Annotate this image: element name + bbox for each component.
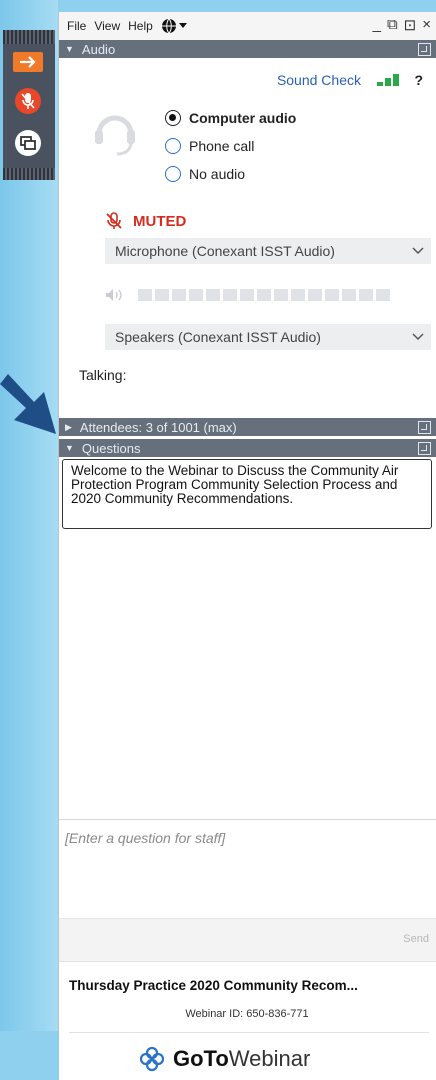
menu-help[interactable]: Help xyxy=(128,19,153,33)
collapse-triangle-icon: ▼ xyxy=(65,443,74,453)
microphone-select[interactable]: Microphone (Conexant ISST Audio) xyxy=(105,238,431,264)
question-input-placeholder: [Enter a question for staff] xyxy=(65,830,226,846)
control-toolbar xyxy=(3,30,55,180)
radio-no-audio[interactable]: No audio xyxy=(165,160,296,188)
dropdown-caret-icon xyxy=(178,23,187,28)
gotowebinar-flower-icon xyxy=(139,1046,165,1072)
globe-icon xyxy=(161,18,176,34)
toolbar-grip-top[interactable] xyxy=(3,30,55,44)
radio-unselected-icon[interactable] xyxy=(165,138,181,154)
audio-section-header[interactable]: ▼ Audio xyxy=(59,40,436,58)
collapse-panel-button[interactable] xyxy=(13,52,43,72)
menu-file[interactable]: File xyxy=(67,19,86,33)
level-segment xyxy=(240,289,254,301)
radio-computer-audio[interactable]: Computer audio xyxy=(165,104,296,132)
level-segment xyxy=(257,289,271,301)
level-segment xyxy=(308,289,322,301)
radio-label: Phone call xyxy=(189,138,255,154)
pointer-arrow-icon xyxy=(0,374,56,434)
send-button[interactable]: Send xyxy=(403,933,429,945)
level-segment xyxy=(138,289,152,301)
speaker-volume-icon xyxy=(106,289,122,301)
expand-triangle-icon: ▶ xyxy=(65,421,72,432)
level-segment xyxy=(376,289,390,301)
level-segment xyxy=(291,289,305,301)
close-button[interactable]: × xyxy=(422,16,431,34)
speakers-select[interactable]: Speakers (Conexant ISST Audio) xyxy=(105,324,431,350)
speakers-value: Speakers (Conexant ISST Audio) xyxy=(115,329,321,345)
level-segment xyxy=(274,289,288,301)
goto-webinar-panel: File View Help _ ⧉ ⊡ × ▼ Audio Sound Che… xyxy=(58,12,436,1080)
questions-log[interactable]: Welcome to the Webinar to Discuss the Co… xyxy=(59,457,436,819)
chevron-down-icon xyxy=(412,333,424,341)
send-bar: Send xyxy=(59,918,436,961)
radio-label: Computer audio xyxy=(189,110,297,126)
brand-goto: GoTo xyxy=(173,1046,229,1071)
minimize-button[interactable]: _ xyxy=(373,16,381,34)
question-input[interactable]: [Enter a question for staff] xyxy=(59,819,436,918)
maximize-button[interactable]: ⊡ xyxy=(404,16,417,34)
radio-label: No audio xyxy=(189,166,246,182)
brand-webinar: Webinar xyxy=(228,1046,311,1071)
menu-bar: File View Help _ ⧉ ⊡ × xyxy=(59,12,436,40)
screen-share-button[interactable] xyxy=(15,130,41,156)
level-segment xyxy=(325,289,339,301)
mute-button[interactable] xyxy=(15,88,41,114)
audio-header-label: Audio xyxy=(81,41,116,57)
signal-meter-icon xyxy=(377,74,399,86)
attendees-section-header[interactable]: ▶ Attendees: 3 of 1001 (max) xyxy=(59,418,436,436)
screen-icon xyxy=(20,136,36,150)
radio-selected-icon[interactable] xyxy=(165,110,181,126)
gotowebinar-logo: GoTo Webinar xyxy=(139,1046,310,1072)
sound-check-link[interactable]: Sound Check xyxy=(277,72,361,88)
toolbar-grip-bottom[interactable] xyxy=(3,168,55,180)
level-segment xyxy=(223,289,237,301)
welcome-message: Welcome to the Webinar to Discuss the Co… xyxy=(62,459,432,529)
level-segment xyxy=(155,289,169,301)
webinar-title: Thursday Practice 2020 Community Recom..… xyxy=(69,978,358,993)
microphone-muted-icon xyxy=(21,93,35,109)
audio-help-button[interactable]: ? xyxy=(414,72,423,88)
level-segment xyxy=(342,289,356,301)
popout-icon[interactable] xyxy=(418,43,431,56)
level-segment xyxy=(359,289,373,301)
questions-header-label: Questions xyxy=(81,440,141,456)
language-menu[interactable] xyxy=(161,18,187,34)
divider xyxy=(69,1032,429,1033)
level-segment xyxy=(172,289,186,301)
audio-section: Sound Check ? Computer audio Phone call … xyxy=(59,58,436,390)
audio-mode-group: Computer audio Phone call No audio xyxy=(165,104,296,188)
microphone-value: Microphone (Conexant ISST Audio) xyxy=(115,243,335,259)
popout-icon[interactable] xyxy=(418,442,431,455)
talking-label: Talking: xyxy=(79,367,127,383)
webinar-id: Webinar ID: 650-836-771 xyxy=(185,1008,309,1020)
level-segment xyxy=(206,289,220,301)
attendees-header-label: Attendees: 3 of 1001 (max) xyxy=(79,419,237,435)
window-controls: _ ⧉ ⊡ × xyxy=(373,16,431,34)
headset-icon xyxy=(95,115,135,156)
popout-icon[interactable] xyxy=(418,421,431,434)
muted-status: MUTED xyxy=(105,212,186,230)
webinar-footer: Thursday Practice 2020 Community Recom..… xyxy=(59,961,436,1080)
level-segment xyxy=(189,289,203,301)
muted-label: MUTED xyxy=(133,212,187,230)
arrow-right-icon xyxy=(20,56,36,68)
radio-phone-call[interactable]: Phone call xyxy=(165,132,296,160)
menu-view[interactable]: View xyxy=(94,19,120,33)
chevron-down-icon xyxy=(412,247,424,255)
microphone-muted-icon xyxy=(106,212,122,229)
speaker-level xyxy=(105,288,390,302)
questions-section-header[interactable]: ▼ Questions xyxy=(59,439,436,457)
restore-button[interactable]: ⧉ xyxy=(387,16,398,34)
radio-unselected-icon[interactable] xyxy=(165,166,181,182)
collapse-triangle-icon: ▼ xyxy=(65,44,74,54)
